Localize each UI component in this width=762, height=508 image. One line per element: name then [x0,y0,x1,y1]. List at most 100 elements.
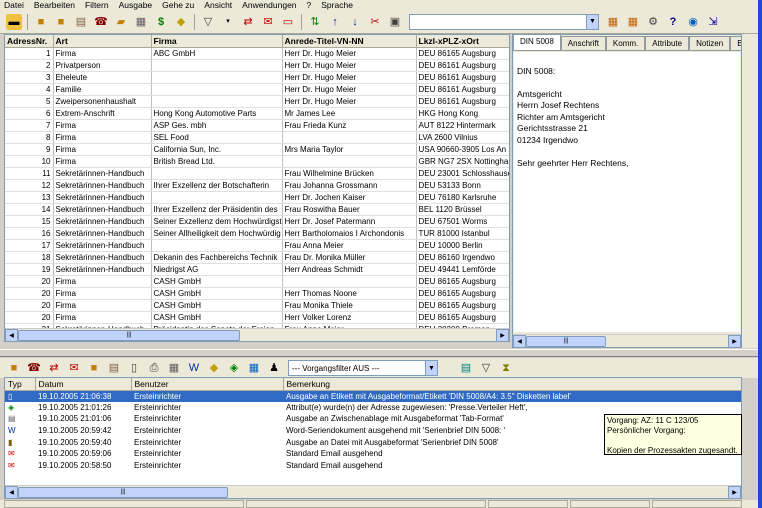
phone-icon[interactable]: ☎ [26,360,42,376]
table-row[interactable]: 3 Eheleute Herr Dr. Hugo Meier DEU 86161 Au… [5,71,509,84]
user-icon[interactable]: ♟ [266,360,282,376]
table-row[interactable]: 11 Sekretärinnen-Handbuch Frau Wilhelmine … [5,167,509,180]
splitter[interactable] [0,349,758,357]
chevron-down-icon[interactable]: ▼ [425,361,437,375]
menu-item[interactable]: Ausgabe [119,0,153,10]
column-header[interactable]: Anrede-Titel-VN-NN [282,35,417,48]
folder-icon[interactable]: ■ [6,360,22,376]
arrow-up-icon[interactable]: ↑ [327,14,343,30]
scroll-right-icon[interactable]: ▶ [728,334,741,348]
tab-5[interactable]: Bar [730,36,741,50]
scroll-thumb[interactable]: ||| [526,336,606,347]
table-row[interactable]: 7 Firma ASP Ges. mbh Frau Frieda Kunz AUT 81… [5,119,509,132]
menu-item[interactable]: Sprache [321,0,353,10]
table-row[interactable]: 20 Firma CASH GmbH Frau Monika Thiele DEU 86… [5,299,509,312]
table-row[interactable]: 8 Firma SEL Food LVA 2600 Vilnius [5,131,509,144]
phone-icon[interactable]: ☎ [93,14,109,30]
scroll-thumb[interactable]: ||| [18,330,240,341]
email-icon[interactable]: ✉ [260,14,276,30]
scroll-left-icon[interactable]: ◀ [5,328,18,341]
tab-2[interactable]: Komm. [605,36,646,50]
column-header[interactable]: Benutzer [131,378,284,391]
grid-icon[interactable]: ▦ [605,14,621,30]
open-folder-icon[interactable]: ▰ [113,14,129,30]
scroll-right-icon[interactable]: ▶ [496,328,509,341]
tab-1[interactable]: Anschrift [560,36,606,50]
table-row[interactable]: 12 Sekretärinnen-Handbuch Ihrer Exzellenz … [5,179,509,192]
scroll-left-icon[interactable]: ◀ [513,334,526,348]
hourglass-icon[interactable]: ⧗ [498,360,514,376]
table-row[interactable]: 15 Sekretärinnen-Handbuch Seiner Exzellenz… [5,215,509,228]
internet-icon[interactable]: ◉ [685,14,701,30]
filter-icon[interactable]: ▽ [478,360,494,376]
dollar-icon[interactable]: $ [153,14,169,30]
report-icon[interactable]: ▦ [166,360,182,376]
table-row[interactable]: 1 Firma ABC GmbH Herr Dr. Hugo Meier DEU 861… [5,47,509,60]
sort-icon[interactable]: ⇅ [307,14,323,30]
table-icon[interactable]: ▦ [246,360,262,376]
menu-item[interactable]: Datei [4,0,24,10]
column-header[interactable]: Typ [5,378,36,391]
address-hscrollbar[interactable]: ◀ ||| ▶ [5,328,509,341]
column-header[interactable]: Art [53,35,152,48]
table-row[interactable]: 2 Privatperson Herr Dr. Hugo Meier DEU 8616… [5,59,509,72]
table-row[interactable]: 17 Sekretärinnen-Handbuch Frau Anna Meier D… [5,239,509,252]
transfer-icon[interactable]: ⇄ [240,14,256,30]
table-row[interactable]: 19 Sekretärinnen-Handbuch Niedrigst AG Herr… [5,263,509,276]
process-filter-select[interactable]: --- Vorgangsfilter AUS --- ▼ [288,360,438,376]
settings-icon[interactable]: ⚙ [645,14,661,30]
coins-icon[interactable]: ◆ [173,14,189,30]
menu-item[interactable]: ? [307,0,312,10]
column-header[interactable]: AdressNr. [5,35,54,48]
scroll-thumb[interactable]: ||| [18,487,228,498]
table-row[interactable]: 20 Firma CASH GmbH DEU 86165 Augsburg [5,275,509,288]
menu-item[interactable]: Gehe zu [162,0,194,10]
card-icon[interactable]: ▭ [280,14,296,30]
table-row[interactable]: 5 Zweipersonenhaushalt Herr Dr. Hugo Meier… [5,95,509,108]
word-icon[interactable]: W [186,360,202,376]
table-row[interactable]: 14 Sekretärinnen-Handbuch Ihrer Exzellenz … [5,203,509,216]
menu-item[interactable]: Anwendungen [242,0,296,10]
folder-icon[interactable]: ■ [53,14,69,30]
table-row[interactable]: 10 Firma British Bread Ltd. GBR NG7 2SX Not… [5,155,509,168]
tab-3[interactable]: Attribute [645,36,690,50]
main-combo[interactable]: ▼ [409,13,599,30]
column-header[interactable]: Lkzl-xPLZ-xOrt [416,35,509,48]
exit-icon[interactable]: ⇲ [705,14,721,30]
tab-0[interactable]: DIN 5008 [513,35,561,50]
coins-icon[interactable]: ◆ [206,360,222,376]
menu-item[interactable]: Bearbeiten [34,0,75,10]
menu-item[interactable]: Ansicht [204,0,232,10]
chevron-down-icon[interactable]: ▼ [586,14,598,29]
transfer-icon[interactable]: ⇄ [46,360,62,376]
scissors-icon[interactable]: ✂ [367,14,383,30]
table-row[interactable]: 4 Familie Herr Dr. Hugo Meier DEU 86161 Aug… [5,83,509,96]
address-book-icon[interactable]: ▤ [73,14,89,30]
menu-item[interactable]: Filtern [85,0,109,10]
table-row[interactable]: 20 Firma CASH GmbH Herr Thomas Noone DEU 861… [5,287,509,300]
table-row[interactable]: 9 Firma California Sun, Inc. Mrs Maria Tayl… [5,143,509,156]
tab-4[interactable]: Notizen [689,36,731,50]
email-icon[interactable]: ✉ [66,360,82,376]
notes-icon[interactable]: ▤ [458,360,474,376]
process-hscrollbar[interactable]: ◀ ||| ▶ [5,485,741,498]
table-row[interactable]: 18 Sekretärinnen-Handbuch Dekanin des Fach… [5,251,509,264]
detail-vscrollbar[interactable] [742,34,758,348]
table-row[interactable]: ◈ 19.10.2005 21:01:26 Ersteinrichter Attrib… [5,402,741,414]
folder-icon[interactable]: ■ [33,14,49,30]
window-icon[interactable]: ▣ [387,14,403,30]
table-icon[interactable]: ▦ [625,14,641,30]
table-row[interactable]: ✉ 19.10.2005 20:58:50 Ersteinrichter Standa… [5,460,741,472]
chevron-down-icon[interactable]: ▾ [220,14,236,30]
table-row[interactable]: 16 Sekretärinnen-Handbuch Seiner Allheilig… [5,227,509,240]
document-icon[interactable]: ▯ [126,360,142,376]
detail-hscrollbar[interactable]: ◀ ||| ▶ [513,334,741,348]
scroll-left-icon[interactable]: ◀ [5,485,18,498]
column-header[interactable]: Datum [35,378,132,391]
filter-icon[interactable]: ▽ [200,14,216,30]
attribute-icon[interactable]: ◈ [226,360,242,376]
table-row[interactable]: 6 Extrem-Anschrift Hong Kong Automotive Pa… [5,107,509,120]
column-header[interactable]: Firma [151,35,283,48]
table-row[interactable]: 20 Firma CASH GmbH Herr Volker Lorenz DEU 86… [5,311,509,324]
help-icon[interactable]: ? [665,14,681,30]
